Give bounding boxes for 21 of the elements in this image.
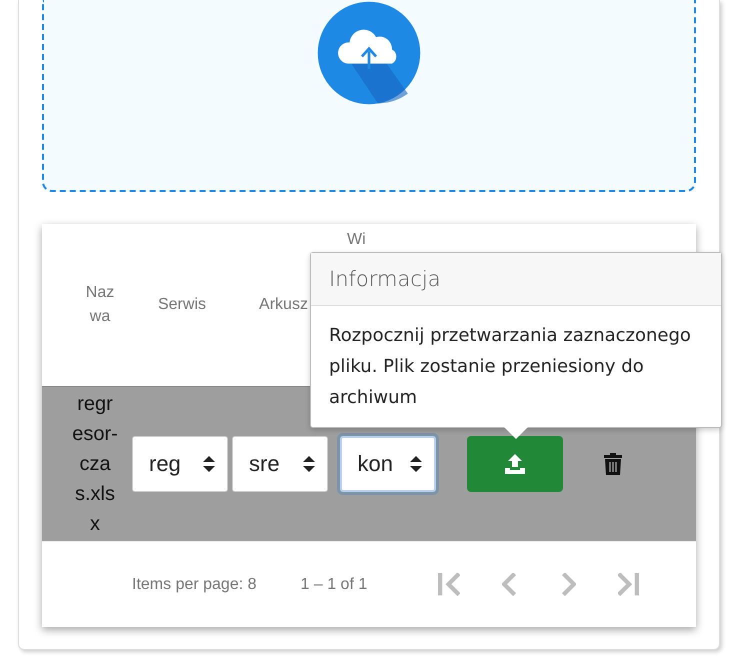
file-dropzone[interactable] <box>42 0 696 192</box>
column-header: Serwis <box>156 295 207 315</box>
upload-icon <box>504 453 526 475</box>
column-header: Arkusz <box>258 295 309 315</box>
trash-icon[interactable] <box>604 453 622 475</box>
select-field[interactable]: sre <box>232 436 328 492</box>
sort-caret-icon <box>410 456 422 472</box>
sort-caret-icon <box>203 456 215 472</box>
chevron-left-icon <box>502 573 516 596</box>
column-header: Nazwa <box>84 283 116 327</box>
chevron-right-icon <box>562 573 576 596</box>
popover-title: Informacja <box>311 253 721 306</box>
items-per-page-label: Items per page: 8 <box>132 576 257 594</box>
upload-button[interactable] <box>467 436 563 492</box>
first-page-icon <box>438 573 460 596</box>
select-field[interactable]: reg <box>132 436 228 492</box>
column-header: Wi <box>346 230 367 250</box>
file-name: regresor-czas.xlsx <box>72 392 118 537</box>
last-page-icon <box>618 573 640 596</box>
page-range-label: 1 – 1 of 1 <box>300 576 368 594</box>
sort-caret-icon <box>303 456 315 472</box>
